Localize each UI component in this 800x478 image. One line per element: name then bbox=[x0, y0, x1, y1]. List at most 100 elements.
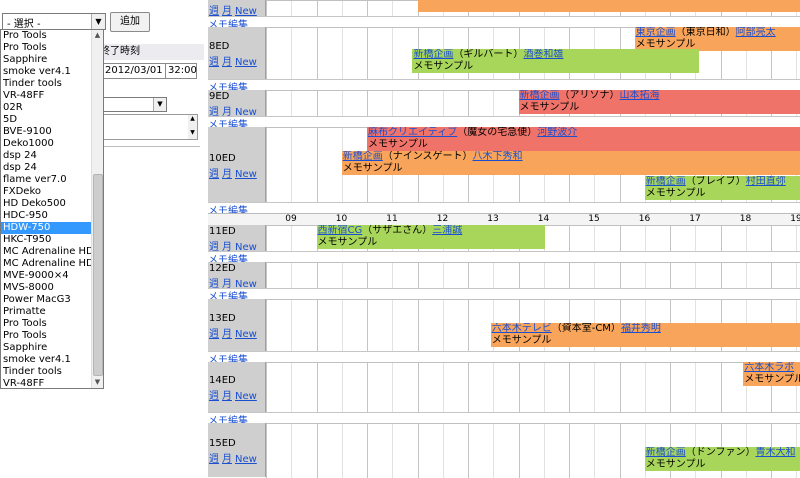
booking-client-link[interactable]: 新橋企画 bbox=[646, 447, 686, 458]
dropdown-option[interactable]: Pro Tools bbox=[1, 42, 94, 54]
booking-memo: メモサンプル bbox=[368, 139, 800, 151]
booking-bar[interactable]: 東京企画（東京日和）阿部亮太メモサンプル bbox=[635, 27, 800, 51]
dropdown-option[interactable]: VR-48FF bbox=[1, 90, 94, 102]
grid-line bbox=[317, 424, 318, 478]
booking-bar[interactable]: 六本木ラボ（母をたずねてメモサンプル bbox=[743, 362, 800, 386]
booking-person-link[interactable]: 村田直弥 bbox=[746, 176, 786, 187]
booking-client-link[interactable]: 新橋企画 bbox=[413, 49, 453, 60]
week-link[interactable]: 週 bbox=[209, 391, 219, 402]
equipment-select[interactable]: - 選択 - ▼ bbox=[2, 13, 106, 30]
dropdown-option[interactable]: 02R bbox=[1, 102, 94, 114]
booking-person-link[interactable]: 山本拓海 bbox=[620, 90, 660, 101]
new-link[interactable]: New bbox=[235, 454, 257, 465]
dropdown-option[interactable]: Primatte bbox=[1, 306, 94, 318]
booking-client-link[interactable]: 麻布クリエイティブ bbox=[368, 127, 457, 138]
week-link[interactable]: 週 bbox=[209, 329, 219, 340]
booking-form-panel: - 選択 - ▼ 追加 終了時刻 2012/03/01 32:00 ▼ ▲▼ P… bbox=[0, 0, 200, 477]
dropdown-option[interactable]: HDC-950 bbox=[1, 210, 94, 222]
month-link[interactable]: 月 bbox=[222, 391, 232, 402]
dropdown-option[interactable]: smoke ver4.1 bbox=[1, 66, 94, 78]
booking-person-link[interactable]: 青木大和 bbox=[755, 447, 795, 458]
new-link[interactable]: New bbox=[235, 169, 257, 180]
dropdown-option[interactable]: VR-48FF bbox=[1, 378, 94, 389]
dropdown-option[interactable]: MC Adrenaline HD bbox=[1, 246, 94, 258]
booking-person-link[interactable]: 八木下秀和 bbox=[473, 151, 523, 162]
new-link[interactable]: New bbox=[235, 391, 257, 402]
secondary-select[interactable]: ▼ bbox=[99, 97, 167, 112]
booking-bar[interactable]: 新橋企画（ナインスゲート）八木下秀和メモサンプル bbox=[342, 151, 800, 175]
month-link[interactable]: 月 bbox=[222, 329, 232, 340]
grid-line bbox=[418, 363, 419, 413]
dropdown-option[interactable]: smoke ver4.1 bbox=[1, 354, 94, 366]
booking-person-link[interactable]: 三浦誠 bbox=[432, 225, 462, 236]
booking-bar[interactable]: 麻布クリエイティブ（魔女の宅急便）河野波介メモサンプル bbox=[367, 127, 800, 151]
end-date-field[interactable]: 2012/03/01 bbox=[102, 63, 166, 79]
dropdown-option[interactable]: Pro Tools bbox=[1, 318, 94, 330]
booking-person-link[interactable]: 阿部亮太 bbox=[736, 27, 776, 38]
booking-client-link[interactable]: 新橋企画 bbox=[343, 151, 383, 162]
grid-line bbox=[519, 424, 520, 478]
scroll-down-icon[interactable]: ▼ bbox=[92, 377, 103, 388]
new-link[interactable]: New bbox=[235, 57, 257, 68]
booking-bar[interactable]: 新橋企画（ドンファン）青木大和メモサンプル bbox=[645, 447, 800, 471]
booking-client-link[interactable]: 新橋企画 bbox=[520, 90, 560, 101]
dropdown-option[interactable]: Pro Tools bbox=[1, 30, 94, 42]
booking-client-link[interactable]: 東京企画 bbox=[636, 27, 676, 38]
hour-label: 12 bbox=[437, 214, 448, 225]
week-link[interactable]: 週 bbox=[209, 169, 219, 180]
booking-bar[interactable]: 六本木テレビ（資本室-CM）福井秀明メモサンプル bbox=[491, 323, 800, 347]
booking-person-link[interactable]: 河野波介 bbox=[537, 127, 577, 138]
dropdown-option[interactable]: Power MacG3 bbox=[1, 294, 94, 306]
dropdown-option[interactable]: flame ver7.0 bbox=[1, 174, 94, 186]
memo-textarea[interactable]: ▲▼ bbox=[99, 114, 198, 140]
dropdown-option[interactable]: HDW-750 bbox=[1, 222, 94, 234]
dropdown-option[interactable]: dsp 24 bbox=[1, 150, 94, 162]
end-time-field[interactable]: 32:00 bbox=[165, 63, 197, 79]
memo-row: メモ編集 bbox=[208, 16, 800, 27]
dropdown-option[interactable]: FXDeko bbox=[1, 186, 94, 198]
grid-line bbox=[392, 263, 393, 289]
month-link[interactable]: 月 bbox=[222, 57, 232, 68]
booking-client-link[interactable]: 六本木ラボ bbox=[744, 362, 794, 373]
dropdown-option[interactable]: Sapphire bbox=[1, 54, 94, 66]
dropdown-option[interactable]: HKC-T950 bbox=[1, 234, 94, 246]
add-button[interactable]: 追加 bbox=[110, 12, 150, 32]
dropdown-option[interactable]: BVE-9100 bbox=[1, 126, 94, 138]
dropdown-option[interactable]: MC Adrenaline HD bbox=[1, 258, 94, 270]
month-link[interactable]: 月 bbox=[222, 454, 232, 465]
dropdown-option[interactable]: MVS-8000 bbox=[1, 282, 94, 294]
grid-line bbox=[367, 263, 368, 289]
week-link[interactable]: 週 bbox=[209, 454, 219, 465]
dropdown-option[interactable]: MVE-9000×4 bbox=[1, 270, 94, 282]
dropdown-option[interactable]: HD Deko500 bbox=[1, 198, 94, 210]
dropdown-option[interactable]: dsp 24 bbox=[1, 162, 94, 174]
new-link[interactable]: New bbox=[235, 329, 257, 340]
dropdown-option[interactable]: 5D bbox=[1, 114, 94, 126]
booking-client-link[interactable]: 新橋企画 bbox=[646, 176, 686, 187]
room-name: 15ED bbox=[209, 438, 236, 449]
month-link[interactable]: 月 bbox=[222, 169, 232, 180]
booking-client-link[interactable]: 西新宿CG bbox=[318, 225, 363, 236]
equipment-dropdown-list[interactable]: Pro ToolsPro ToolsSapphiresmoke ver4.1Ti… bbox=[0, 29, 104, 389]
dropdown-option[interactable]: Sapphire bbox=[1, 342, 94, 354]
booking-person-link[interactable]: 福井秀明 bbox=[621, 323, 661, 334]
booking-bar[interactable]: 新橋企画（ブレイブ）村田直弥メモサンプル bbox=[645, 176, 800, 200]
booking-bar[interactable]: 新橋企画（アリソナ）山本拓海メモサンプル bbox=[519, 90, 800, 114]
dropdown-option[interactable]: Deko1000 bbox=[1, 138, 94, 150]
chevron-down-icon[interactable]: ▼ bbox=[91, 14, 105, 29]
dropdown-option[interactable]: Tinder tools bbox=[1, 366, 94, 378]
booking-client-link[interactable]: 六本木テレビ bbox=[492, 323, 552, 334]
dropdown-option[interactable]: Pro Tools bbox=[1, 330, 94, 342]
chevron-down-icon[interactable]: ▼ bbox=[153, 98, 166, 111]
booking-bar[interactable]: メモサンプル bbox=[418, 0, 800, 12]
scroll-up-icon[interactable]: ▲ bbox=[92, 30, 103, 41]
grid-line bbox=[392, 300, 393, 352]
booking-bar[interactable]: 新橋企画（ギルバート）酒巻和雄メモサンプル bbox=[412, 49, 698, 73]
booking-bar[interactable]: 西新宿CG（サザエさん）三浦誠メモサンプル bbox=[317, 225, 545, 249]
textarea-scrollbar[interactable]: ▲▼ bbox=[188, 115, 197, 139]
booking-person-link[interactable]: 酒巻和雄 bbox=[523, 49, 563, 60]
dropdown-scrollbar[interactable]: ▲ ▼ bbox=[91, 30, 103, 388]
dropdown-option[interactable]: Tinder tools bbox=[1, 78, 94, 90]
week-link[interactable]: 週 bbox=[209, 57, 219, 68]
scrollbar-thumb[interactable] bbox=[93, 174, 103, 376]
